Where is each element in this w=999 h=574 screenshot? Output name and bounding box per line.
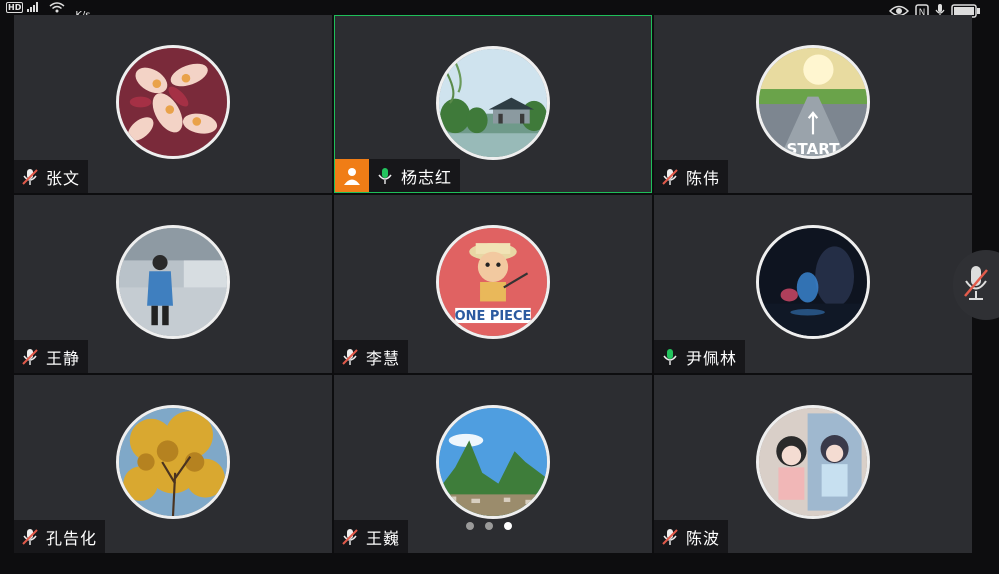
mic-muted-icon bbox=[20, 527, 40, 547]
avatar bbox=[436, 405, 550, 519]
participant-name: 陈波 bbox=[686, 528, 721, 548]
mic-muted-icon bbox=[660, 527, 680, 547]
participant-tile[interactable]: 张文 bbox=[14, 15, 332, 193]
avatar bbox=[116, 45, 230, 159]
participant-tile[interactable]: 尹佩林 bbox=[654, 195, 972, 373]
host-icon bbox=[344, 167, 360, 185]
name-tag: 张文 bbox=[14, 160, 89, 193]
mic-muted-icon bbox=[660, 167, 680, 187]
host-badge bbox=[335, 159, 369, 192]
mic-muted-icon bbox=[340, 527, 360, 547]
svg-text:START: START bbox=[787, 140, 841, 156]
avatar: START bbox=[756, 45, 870, 159]
participant-name: 陈伟 bbox=[686, 168, 721, 188]
avatar bbox=[116, 405, 230, 519]
avatar bbox=[756, 225, 870, 339]
participant-name: 王巍 bbox=[366, 528, 401, 548]
participant-tile[interactable]: 陈波 bbox=[654, 375, 972, 553]
mic-on-icon bbox=[375, 166, 395, 186]
name-tag: 尹佩林 bbox=[654, 340, 746, 373]
avatar: ONE PIECE bbox=[436, 225, 550, 339]
participant-name: 李慧 bbox=[366, 348, 401, 368]
participant-name: 孔告化 bbox=[46, 528, 98, 548]
participant-tile-active-speaker[interactable]: 杨志红 bbox=[334, 15, 652, 193]
signal-icon bbox=[27, 2, 45, 15]
name-tag: 孔告化 bbox=[14, 520, 106, 553]
video-grid: 张文 杨志红 START 陈伟 王静 ONE PIECE 李慧 尹佩林 孔告化 … bbox=[14, 15, 972, 554]
name-tag: 王静 bbox=[14, 340, 89, 373]
participant-tile[interactable]: START 陈伟 bbox=[654, 15, 972, 193]
avatar bbox=[756, 405, 870, 519]
page-dot-current[interactable] bbox=[504, 522, 512, 530]
mic-muted-icon bbox=[20, 167, 40, 187]
name-tag: 王巍 bbox=[334, 520, 409, 553]
participant-name: 张文 bbox=[46, 168, 81, 188]
participant-name: 尹佩林 bbox=[686, 348, 738, 368]
name-tag: 杨志红 bbox=[335, 159, 468, 192]
participant-name: 杨志红 bbox=[401, 167, 453, 187]
participant-tile[interactable]: 孔告化 bbox=[14, 375, 332, 553]
svg-text:ONE PIECE: ONE PIECE bbox=[455, 309, 532, 324]
mic-muted-icon bbox=[340, 347, 360, 367]
participant-tile[interactable]: 王静 bbox=[14, 195, 332, 373]
avatar bbox=[436, 46, 550, 160]
page-indicator[interactable] bbox=[466, 522, 512, 530]
mic-muted-icon bbox=[961, 264, 991, 306]
wifi-icon bbox=[49, 2, 65, 16]
mic-muted-icon bbox=[20, 347, 40, 367]
page-dot[interactable] bbox=[466, 522, 474, 530]
mic-on-icon bbox=[660, 347, 680, 367]
participant-tile[interactable]: ONE PIECE 李慧 bbox=[334, 195, 652, 373]
avatar bbox=[116, 225, 230, 339]
name-tag: 陈伟 bbox=[654, 160, 729, 193]
page-dot[interactable] bbox=[485, 522, 493, 530]
name-tag: 陈波 bbox=[654, 520, 729, 553]
hd-badge: HD bbox=[6, 2, 24, 13]
participant-name: 王静 bbox=[46, 348, 81, 368]
name-tag: 李慧 bbox=[334, 340, 409, 373]
